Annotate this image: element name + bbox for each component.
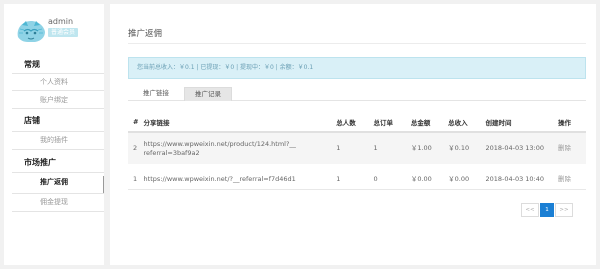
- cell-total-people: 1: [336, 132, 374, 164]
- nav-group-store: 店铺: [24, 115, 40, 125]
- sidebar-item-my-plugins[interactable]: 我的插件: [40, 135, 68, 145]
- cell-total-amount: ￥1.00: [410, 132, 449, 164]
- cell-total-income: ￥0.10: [448, 132, 486, 164]
- nav-group-general: 常规: [24, 59, 40, 69]
- cell-total-orders: 1: [373, 132, 411, 164]
- main-panel: 推广返佣 您当前总收入：￥0.1 | 已提现：￥0 | 提现中：￥0 | 余额：…: [110, 4, 596, 265]
- column-header-share-link: 分享链接: [143, 112, 337, 133]
- column-header-action: 操作: [557, 112, 586, 133]
- sidebar-item-commission-withdraw[interactable]: 佣金提现: [40, 197, 68, 207]
- cell-share-link: https://www.wpweixin.net/product/124.htm…: [143, 132, 337, 164]
- nav-divider: [12, 90, 104, 91]
- nav-divider: [12, 73, 104, 74]
- pagination-next-button[interactable]: >>: [555, 203, 573, 217]
- referral-records-table: # 分享链接 总人数 总订单 总金额 总收入 创建时间 操作 2 https:/…: [128, 112, 586, 194]
- column-header-total-people: 总人数: [336, 112, 374, 133]
- tiger-logo-icon: [17, 21, 45, 42]
- page-title: 推广返佣: [128, 29, 163, 39]
- column-header-total-income: 总收入: [448, 112, 486, 133]
- tab-referral-records[interactable]: 推广记录: [184, 87, 232, 101]
- nav-divider: [12, 172, 104, 173]
- table-header-row: # 分享链接 总人数 总订单 总金额 总收入 创建时间 操作: [128, 112, 586, 133]
- tab-bar: 推广链接 推广记录: [128, 87, 586, 101]
- column-header-total-orders: 总订单: [373, 112, 411, 133]
- income-summary-alert: 您当前总收入：￥0.1 | 已提现：￥0 | 提现中：￥0 | 余额：￥0.1: [128, 57, 586, 79]
- delete-link[interactable]: 删除: [557, 132, 586, 164]
- column-header-created-time: 创建时间: [485, 112, 558, 133]
- nav-divider: [12, 211, 104, 212]
- column-header-total-amount: 总金额: [410, 112, 449, 133]
- nav-divider: [12, 193, 104, 194]
- sidebar: admin 普通会员 常规 个人资料 账户绑定 店铺 我的插件 市场推广 推广返…: [4, 4, 104, 265]
- cell-created-time: 2018-04-03 13:00: [485, 132, 558, 164]
- nav-divider: [12, 131, 104, 132]
- table-bottom-divider: [128, 189, 586, 190]
- sidebar-item-profile[interactable]: 个人资料: [40, 77, 68, 87]
- sidebar-item-referral-commission[interactable]: 推广返佣: [40, 177, 68, 187]
- column-header-id: #: [128, 112, 144, 133]
- tab-referral-links[interactable]: 推广链接: [136, 87, 176, 101]
- title-divider: [128, 43, 586, 44]
- nav-divider: [12, 108, 104, 109]
- nav-group-marketing: 市场推广: [24, 157, 56, 167]
- user-profile: admin 普通会员: [4, 4, 104, 48]
- username: admin: [48, 17, 74, 26]
- sidebar-item-account-binding[interactable]: 账户绑定: [40, 95, 68, 105]
- member-badge: 普通会员: [48, 28, 79, 37]
- table-row: 2 https://www.wpweixin.net/product/124.h…: [128, 132, 586, 164]
- pagination-page-1[interactable]: 1: [540, 203, 554, 217]
- pagination-prev-button[interactable]: <<: [521, 203, 539, 217]
- nav-divider: [12, 149, 104, 150]
- active-indicator: [103, 176, 104, 194]
- cell-id: 2: [128, 132, 144, 164]
